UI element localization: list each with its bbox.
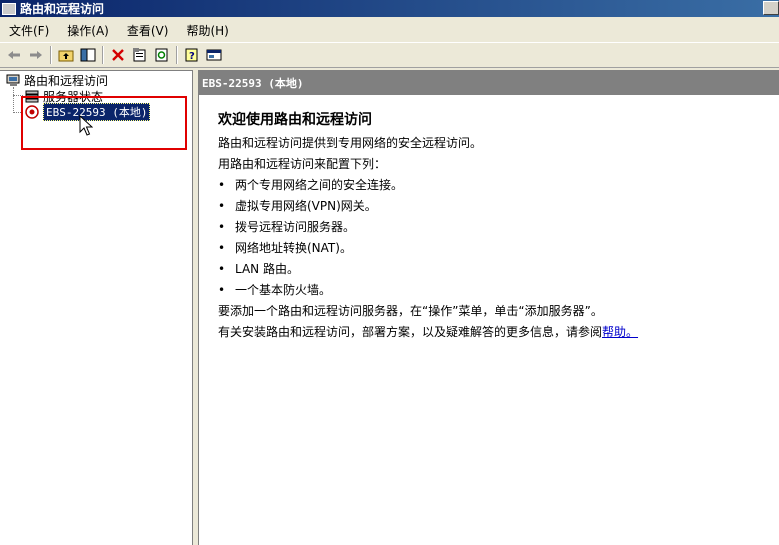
delete-button[interactable] <box>107 45 129 65</box>
window-titlebar: 路由和远程访问 <box>0 0 779 17</box>
up-level-button[interactable] <box>55 45 77 65</box>
menu-file[interactable]: 文件(F) <box>0 22 58 39</box>
window-control-button[interactable] <box>763 1 779 15</box>
show-hide-tree-icon <box>80 48 96 62</box>
properties-icon <box>133 48 146 62</box>
back-button[interactable] <box>3 45 25 65</box>
arrow-left-icon <box>8 51 20 59</box>
up-folder-icon <box>58 50 74 62</box>
properties-button[interactable] <box>129 45 151 65</box>
bullet-item: • LAN 路由。 <box>218 262 299 276</box>
toolbar-separator <box>50 46 52 64</box>
toolbar-separator <box>102 46 104 64</box>
bullet-item: • 虚拟专用网络(VPN)网关。 <box>218 199 377 213</box>
menubar: 文件(F) 操作(A) 查看(V) 帮助(H) <box>0 19 779 41</box>
content-pane: EBS-22593 (本地) 欢迎使用路由和远程访问 路由和远程访问提供到专用网… <box>198 70 779 545</box>
bullet-item: • 网络地址转换(NAT)。 <box>218 241 352 255</box>
content-body: 欢迎使用路由和远程访问 路由和远程访问提供到专用网络的安全远程访问。 用路由和远… <box>199 95 779 343</box>
console-button[interactable] <box>203 45 225 65</box>
computer-icon <box>5 73 21 87</box>
tree-root-label: 路由和远程访问 <box>24 73 109 88</box>
intro-text: 路由和远程访问提供到专用网络的安全远程访问。 <box>218 136 483 150</box>
app-icon <box>2 2 16 15</box>
tree-item-root[interactable]: 路由和远程访问 <box>5 72 108 88</box>
menu-view[interactable]: 查看(V) <box>118 22 178 39</box>
bullet-item: • 两个专用网络之间的安全连接。 <box>218 178 404 192</box>
window-title: 路由和远程访问 <box>20 2 105 16</box>
more-info-line: 有关安装路由和远程访问，部署方案，以及疑难解答的更多信息，请参阅帮助。 <box>218 322 779 343</box>
help-link[interactable]: 帮助。 <box>602 325 638 339</box>
bullet-item: • 拨号远程访问服务器。 <box>218 220 356 234</box>
show-hide-tree-button[interactable] <box>77 45 99 65</box>
highlight-annotation-box <box>21 96 187 150</box>
more-info-text: 有关安装路由和远程访问，部署方案，以及疑难解答的更多信息，请参阅 <box>218 325 603 339</box>
refresh-icon <box>155 48 168 62</box>
mouse-cursor-icon <box>79 115 93 136</box>
delete-x-icon <box>112 49 124 61</box>
arrow-right-icon <box>30 51 42 59</box>
help-button[interactable]: ? <box>181 45 203 65</box>
toolbar-separator <box>176 46 178 64</box>
help-icon: ? <box>185 48 198 62</box>
forward-button[interactable] <box>25 45 47 65</box>
svg-text:?: ? <box>189 51 195 62</box>
refresh-button[interactable] <box>151 45 173 65</box>
add-server-text: 要添加一个路由和远程访问服务器，在“操作”菜单，单击“添加服务器”。 <box>218 304 603 318</box>
console-icon <box>206 49 222 61</box>
bullet-item: • 一个基本防火墙。 <box>218 283 332 297</box>
content-header: EBS-22593 (本地) <box>199 71 779 95</box>
config-intro-text: 用路由和远程访问来配置下列： <box>218 157 387 171</box>
menu-action[interactable]: 操作(A) <box>58 22 118 39</box>
tree-connector <box>13 87 14 113</box>
toolbar: ? <box>0 42 779 68</box>
welcome-title: 欢迎使用路由和远程访问 <box>218 112 372 128</box>
menu-help[interactable]: 帮助(H) <box>177 22 237 39</box>
